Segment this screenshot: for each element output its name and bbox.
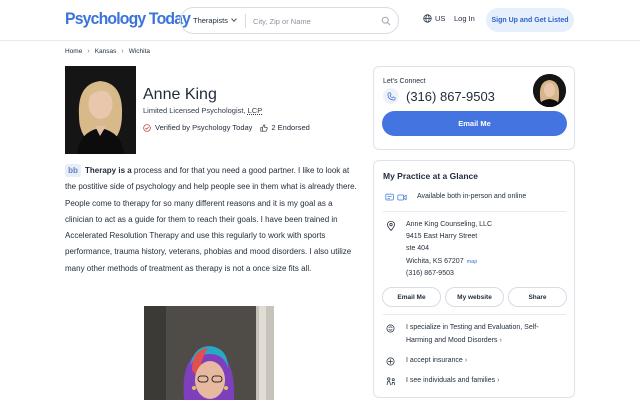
breadcrumb-city[interactable]: Wichita (129, 48, 150, 55)
search-icon[interactable] (381, 16, 391, 26)
quote-icon: bb (65, 164, 81, 178)
search-category-label: Therapists (193, 16, 229, 25)
specialty-row[interactable]: I specialize in Testing and Evaluation, … (383, 322, 539, 347)
address-row: Anne King Counseling, LLC 9415 East Harr… (383, 219, 492, 280)
verification-row: Verified by Psychology Today 2 Endorsed (143, 123, 310, 132)
city-state-zip: Wichita, KS 67207 (406, 257, 464, 265)
practice-title: My Practice at a Glance (383, 171, 478, 181)
about-body: process and for that you need a good par… (65, 166, 357, 273)
specialty-line-1: I specialize in Testing and Evaluation, … (406, 324, 539, 331)
location-pin-icon (383, 219, 398, 231)
title-abbrev[interactable]: LCP (248, 106, 263, 115)
connect-label: Let's Connect (383, 78, 426, 85)
street-address: 9415 East Harry Street (406, 233, 478, 241)
chevron-right-icon: › (499, 336, 502, 344)
search-category-select[interactable]: Therapists (193, 16, 237, 25)
email-me-button[interactable]: Email Me (382, 111, 567, 136)
endorsed-badge[interactable]: 2 Endorsed (260, 123, 310, 132)
login-link[interactable]: Log In (454, 14, 475, 23)
chevron-right-icon: › (121, 48, 124, 55)
share-button[interactable]: Share (508, 287, 567, 307)
chevron-right-icon: › (464, 357, 468, 364)
chevron-right-icon: › (87, 48, 90, 55)
about-lead: Therapy is a (85, 166, 132, 175)
practice-actions: Email Me My website Share (382, 287, 567, 307)
chevron-down-icon (231, 16, 237, 22)
therapist-name: Anne King (143, 86, 217, 103)
divider (383, 314, 566, 315)
phone-icon (383, 88, 399, 104)
profile-photo (65, 66, 136, 154)
globe-icon (423, 14, 432, 23)
divider (383, 211, 566, 212)
verified-text[interactable]: Verified by Psychology Today (155, 123, 252, 132)
suite: ste 404 (406, 245, 429, 253)
availability-icons (383, 191, 409, 202)
signup-button[interactable]: Sign Up and Get Listed (486, 8, 574, 32)
brain-icon (383, 322, 398, 333)
insurance-icon (383, 355, 398, 366)
website-button[interactable]: My website (445, 287, 504, 307)
breadcrumb-state[interactable]: Kansas (95, 48, 117, 55)
breadcrumb: Home › Kansas › Wichita (65, 48, 150, 55)
practice-phone[interactable]: (316) 867-9503 (406, 268, 492, 280)
search-input[interactable] (253, 13, 371, 29)
endorsed-text: 2 Endorsed (271, 123, 310, 132)
map-link[interactable]: map (467, 259, 478, 265)
logo[interactable]: Psychology Today (65, 9, 191, 29)
practice-name: Anne King Counseling, LLC (406, 221, 493, 228)
breadcrumb-home[interactable]: Home (65, 48, 82, 55)
insurance-text: I accept insurance (406, 357, 463, 364)
connect-card: Let's Connect (316) 867-9503 Email Me (373, 66, 575, 150)
about-text: bb Therapy is a process and for that you … (65, 163, 360, 277)
intro-video-thumbnail[interactable] (144, 306, 274, 400)
language-selector[interactable]: US (423, 14, 445, 23)
practice-card: My Practice at a Glance Available both i… (373, 160, 575, 398)
family-icon (383, 375, 398, 386)
practice-email-button[interactable]: Email Me (382, 287, 441, 307)
specialty-line-2: Harming and Mood Disorders (406, 336, 498, 344)
insurance-row[interactable]: I accept insurance › (383, 355, 467, 368)
chevron-right-icon: › (497, 377, 500, 384)
site-header: Psychology Today Therapists US Log In Si… (0, 0, 640, 41)
clients-row[interactable]: I see individuals and families › (383, 375, 499, 388)
availability-row: Available both in-person and online (383, 191, 526, 204)
search-divider (245, 14, 246, 28)
language-label: US (435, 14, 446, 23)
availability-text: Available both in-person and online (417, 193, 527, 200)
avatar (533, 74, 566, 107)
search-bar: Therapists (180, 7, 399, 34)
therapist-title: Limited Licensed Psychologist, LCP (143, 106, 262, 115)
clients-text: I see individuals and families (406, 377, 496, 384)
address-block: Anne King Counseling, LLC 9415 East Harr… (406, 219, 492, 280)
thumbs-up-icon (260, 123, 269, 132)
phone-row[interactable]: (316) 867-9503 (383, 88, 495, 104)
video-icon (397, 194, 407, 201)
phone-number[interactable]: (316) 867-9503 (406, 89, 495, 104)
in-person-icon (385, 193, 394, 201)
verified-check-icon (143, 123, 151, 132)
therapist-title-text: Limited Licensed Psychologist, (143, 106, 248, 115)
